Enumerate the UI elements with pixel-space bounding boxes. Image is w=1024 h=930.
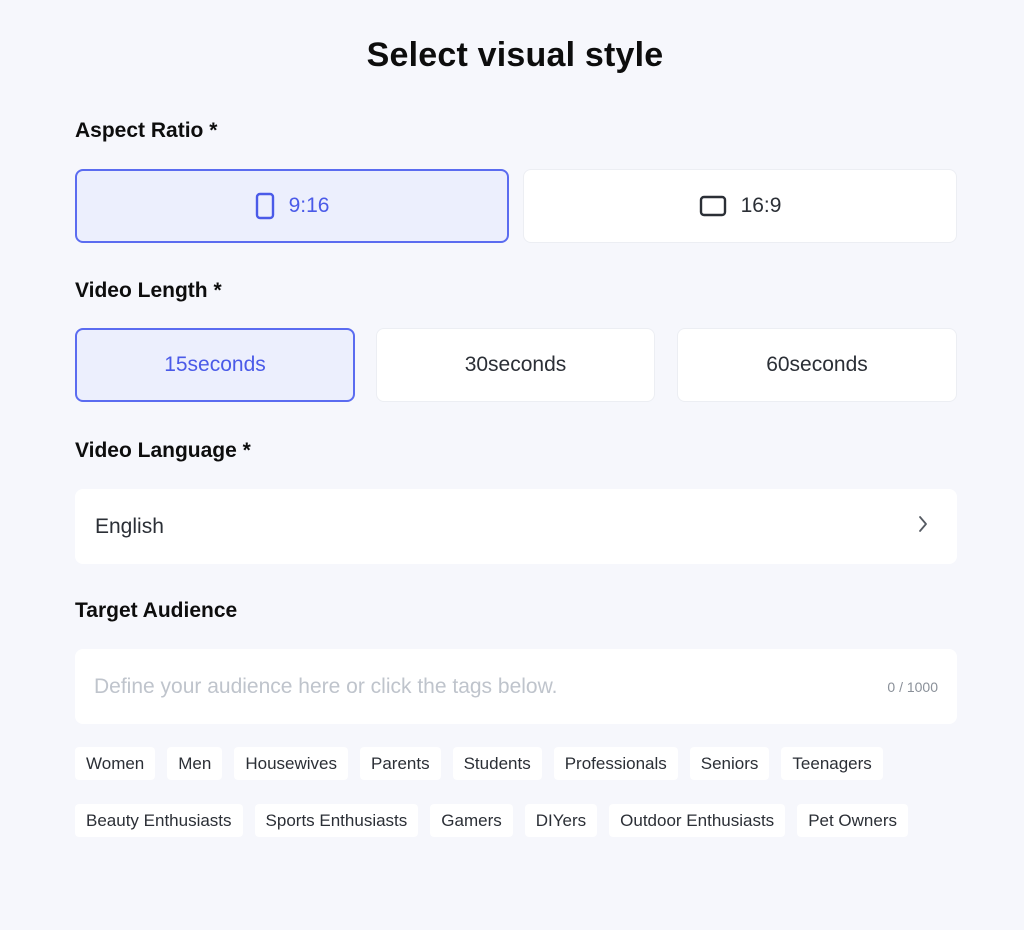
video-length-60s-label: 60seconds (766, 353, 868, 376)
aspect-ratio-16-9-option[interactable]: 16:9 (523, 169, 957, 243)
audience-tags-row-1: Women Men Housewives Parents Students Pr… (75, 747, 975, 780)
video-length-30s-label: 30seconds (464, 353, 567, 376)
video-length-label: Video Length * (75, 279, 222, 302)
audience-tag[interactable]: Teenagers (781, 747, 883, 780)
video-length-15s-option[interactable]: 15seconds (75, 328, 355, 402)
audience-tag[interactable]: Beauty Enthusiasts (75, 804, 243, 837)
video-length-30s-option[interactable]: 30seconds (376, 328, 655, 402)
target-audience-input[interactable] (94, 674, 888, 699)
audience-tag[interactable]: Pet Owners (797, 804, 908, 837)
audience-tag[interactable]: Parents (360, 747, 441, 780)
audience-tag[interactable]: Housewives (234, 747, 348, 780)
audience-tags-row-2: Beauty Enthusiasts Sports Enthusiasts Ga… (75, 804, 975, 837)
audience-tag[interactable]: Men (167, 747, 223, 780)
audience-tag[interactable]: Women (75, 747, 156, 780)
aspect-ratio-9-16-option[interactable]: 9:16 (75, 169, 509, 243)
audience-tag[interactable]: Seniors (689, 747, 770, 780)
aspect-ratio-label: Aspect Ratio * (75, 119, 218, 142)
target-audience-field[interactable]: 0 / 1000 (75, 649, 957, 724)
video-language-label: Video Language * (75, 439, 251, 462)
landscape-rect-icon (699, 195, 727, 217)
chevron-right-icon (917, 515, 929, 539)
audience-tag[interactable]: Professionals (553, 747, 678, 780)
audience-tag[interactable]: DIYers (524, 804, 598, 837)
target-audience-label: Target Audience (75, 599, 238, 622)
visual-style-page: Select visual style Aspect Ratio * 9:16 … (0, 0, 1024, 930)
page-title: Select visual style (366, 36, 664, 74)
audience-tag[interactable]: Outdoor Enthusiasts (609, 804, 786, 837)
character-counter: 0 / 1000 (887, 678, 938, 695)
audience-tag[interactable]: Gamers (430, 804, 513, 837)
aspect-ratio-16-9-label: 16:9 (740, 194, 782, 217)
aspect-ratio-9-16-label: 9:16 (288, 194, 330, 217)
video-length-60s-option[interactable]: 60seconds (677, 328, 957, 402)
video-language-value: English (95, 514, 164, 538)
video-length-15s-label: 15seconds (164, 353, 266, 376)
portrait-rect-icon (255, 192, 275, 220)
audience-tag[interactable]: Students (452, 747, 542, 780)
video-language-select[interactable]: English (75, 489, 957, 564)
audience-tag[interactable]: Sports Enthusiasts (254, 804, 419, 837)
